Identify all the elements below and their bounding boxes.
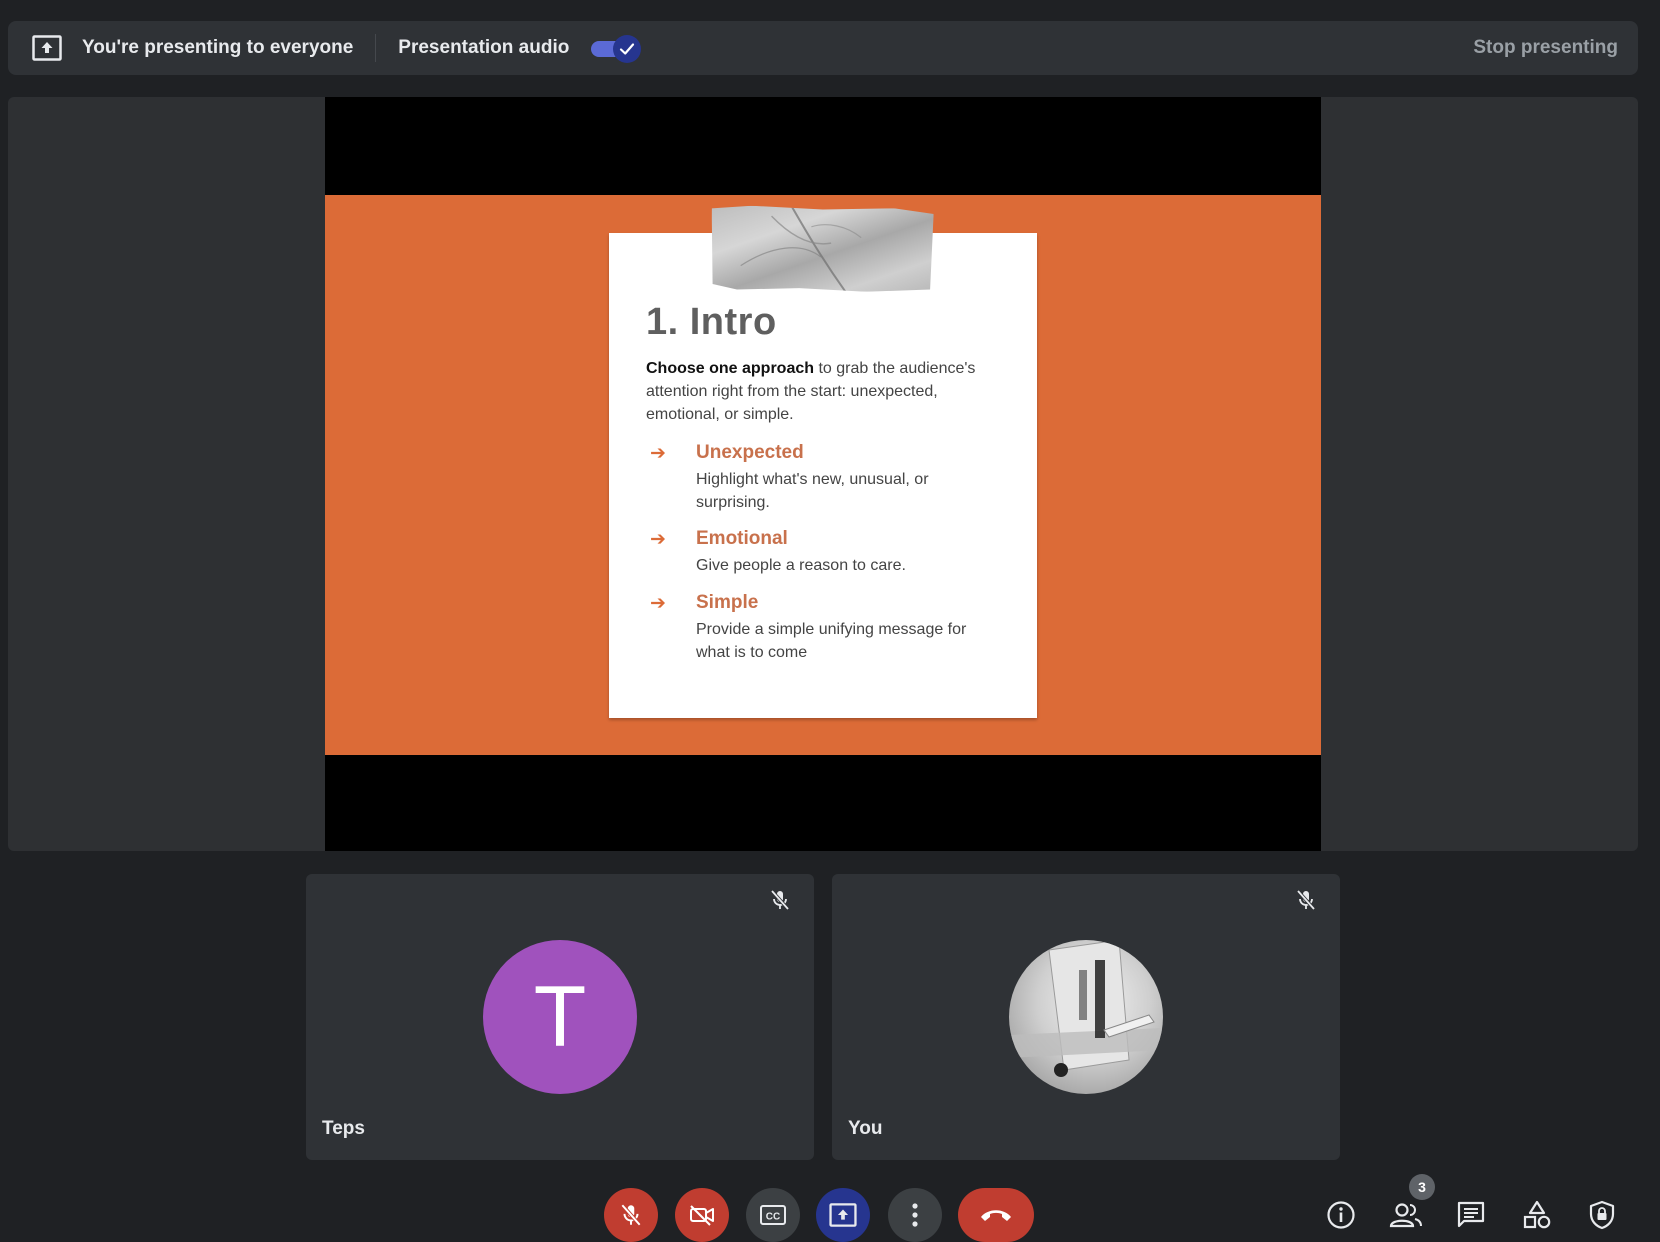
shared-screen: 1. Intro Choose one approach to grab the… <box>325 97 1321 851</box>
slide-card: 1. Intro Choose one approach to grab the… <box>609 233 1037 718</box>
captions-button[interactable]: CC <box>746 1188 800 1242</box>
point-title: Simple <box>696 592 759 613</box>
mic-off-icon <box>1294 888 1318 912</box>
stop-presenting-button[interactable]: Stop presenting <box>1473 37 1618 59</box>
present-now-button[interactable] <box>816 1188 870 1242</box>
participant-tile-you[interactable]: You <box>832 874 1340 1160</box>
camera-off-icon <box>690 1205 714 1226</box>
info-icon <box>1327 1201 1355 1229</box>
point-title: Emotional <box>696 528 788 549</box>
arrow-right-icon: ➔ <box>650 529 666 550</box>
presentation-audio-label: Presentation audio <box>398 37 570 58</box>
closed-captions-icon: CC <box>760 1205 786 1225</box>
svg-text:CC: CC <box>766 1212 780 1223</box>
present-screen-icon <box>32 35 62 61</box>
avatar-photo <box>1009 940 1163 1094</box>
presenting-banner: You're presenting to everyone Presentati… <box>8 21 1638 75</box>
point-description: Provide a simple unifying message for wh… <box>696 621 967 661</box>
present-screen-icon <box>829 1203 857 1227</box>
chat-button[interactable] <box>1451 1195 1491 1235</box>
airplane-photo-icon <box>1009 940 1163 1077</box>
participant-name: Teps <box>322 1118 365 1139</box>
arrow-right-icon: ➔ <box>650 443 666 464</box>
participant-name: You <box>848 1118 883 1139</box>
people-button[interactable] <box>1386 1195 1426 1235</box>
host-controls-button[interactable] <box>1582 1195 1622 1235</box>
people-icon <box>1389 1203 1422 1228</box>
tape-graphic <box>710 205 933 293</box>
camera-button[interactable] <box>675 1188 729 1242</box>
avatar: T <box>483 940 637 1094</box>
leave-call-button[interactable] <box>958 1188 1034 1242</box>
point-description: Highlight what's new, unusual, or surpri… <box>696 471 929 511</box>
presentation-audio-toggle[interactable] <box>591 34 643 63</box>
point-description: Give people a reason to care. <box>696 557 906 574</box>
microphone-button[interactable] <box>604 1188 658 1242</box>
activities-button[interactable] <box>1517 1195 1557 1235</box>
arrow-right-icon: ➔ <box>650 593 666 614</box>
slide-intro-bold: Choose one approach <box>646 360 815 377</box>
slide-intro: Choose one approach to grab the audience… <box>646 357 1006 426</box>
toggle-thumb <box>613 35 642 63</box>
participant-count-badge: 3 <box>1409 1174 1435 1200</box>
mic-off-icon <box>768 888 792 912</box>
more-vertical-icon <box>912 1203 918 1227</box>
slide: 1. Intro Choose one approach to grab the… <box>325 195 1321 755</box>
check-icon <box>620 43 635 55</box>
hang-up-icon <box>981 1210 1011 1221</box>
slide-title: 1. Intro <box>646 301 777 343</box>
participant-tile-teps[interactable]: T Teps <box>306 874 814 1160</box>
more-options-button[interactable] <box>888 1188 942 1242</box>
shield-lock-icon <box>1589 1200 1615 1230</box>
activities-shapes-icon <box>1523 1200 1551 1229</box>
meeting-details-button[interactable] <box>1321 1195 1361 1235</box>
presenting-message: You're presenting to everyone <box>82 37 354 58</box>
mic-off-icon <box>620 1203 642 1227</box>
point-title: Unexpected <box>696 442 804 463</box>
divider <box>375 34 377 62</box>
chat-icon <box>1457 1201 1485 1228</box>
